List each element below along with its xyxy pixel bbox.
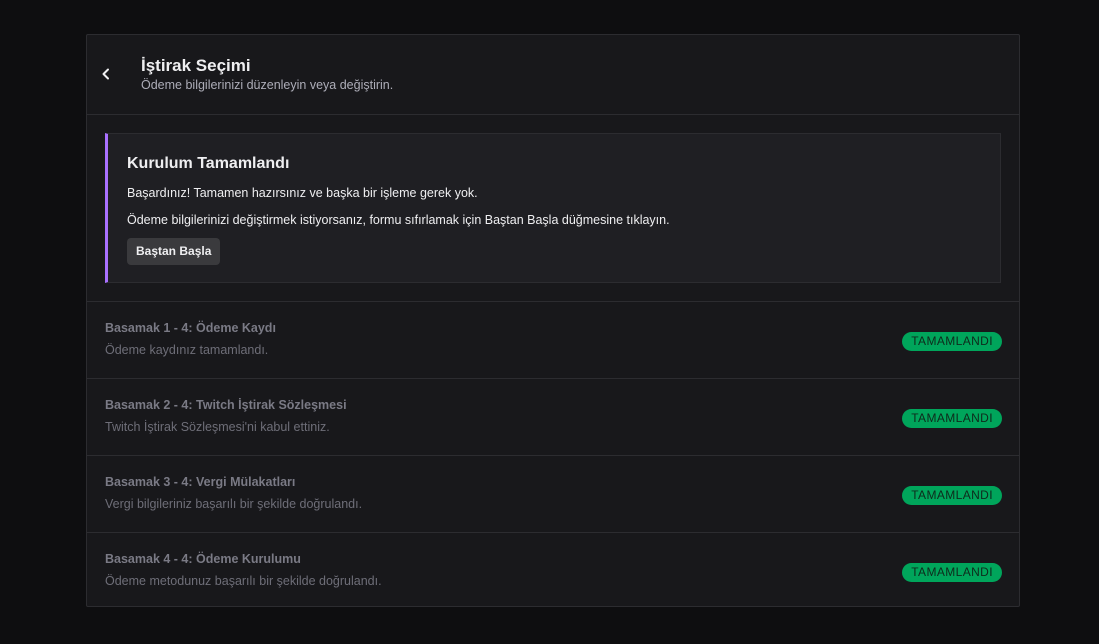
step-title: Basamak 2 - 4: Twitch İştirak Sözleşmesi (105, 398, 347, 412)
step-item-4: Basamak 4 - 4: Ödeme Kurulumu Ödeme meto… (87, 533, 1019, 609)
page-subtitle: Ödeme bilgilerinizi düzenleyin veya deği… (141, 78, 394, 92)
setup-complete-notice: Kurulum Tamamlandı Başardınız! Tamamen h… (105, 133, 1001, 283)
status-badge: TAMAMLANDI (902, 563, 1002, 582)
step-item-3: Basamak 3 - 4: Vergi Mülakatları Vergi b… (87, 456, 1019, 533)
step-description: Twitch İştirak Sözleşmesi'ni kabul ettin… (105, 420, 330, 434)
status-badge: TAMAMLANDI (902, 332, 1002, 351)
step-description: Ödeme metodunuz başarılı bir şekilde doğ… (105, 574, 382, 588)
chevron-left-icon (102, 68, 109, 80)
steps-list: Basamak 1 - 4: Ödeme Kaydı Ödeme kaydını… (87, 302, 1019, 609)
step-item-2: Basamak 2 - 4: Twitch İştirak Sözleşmesi… (87, 379, 1019, 456)
step-title: Basamak 1 - 4: Ödeme Kaydı (105, 321, 276, 335)
notice-instructions: Ödeme bilgilerinizi değiştirmek istiyors… (127, 213, 670, 227)
step-title: Basamak 4 - 4: Ödeme Kurulumu (105, 552, 301, 566)
notice-message: Başardınız! Tamamen hazırsınız ve başka … (127, 186, 478, 200)
step-item-1: Basamak 1 - 4: Ödeme Kaydı Ödeme kaydını… (87, 302, 1019, 379)
notice-section: Kurulum Tamamlandı Başardınız! Tamamen h… (87, 115, 1019, 302)
panel-header: İştirak Seçimi Ödeme bilgilerinizi düzen… (87, 35, 1019, 115)
affiliate-panel: İştirak Seçimi Ödeme bilgilerinizi düzen… (86, 34, 1020, 607)
status-badge: TAMAMLANDI (902, 409, 1002, 428)
restart-button[interactable]: Baştan Başla (127, 238, 221, 265)
back-button[interactable] (95, 63, 117, 85)
notice-title: Kurulum Tamamlandı (127, 155, 290, 172)
step-title: Basamak 3 - 4: Vergi Mülakatları (105, 475, 296, 489)
status-badge: TAMAMLANDI (902, 486, 1002, 505)
page-title: İştirak Seçimi (141, 56, 251, 75)
step-description: Vergi bilgileriniz başarılı bir şekilde … (105, 497, 363, 511)
step-description: Ödeme kaydınız tamamlandı. (105, 343, 269, 357)
